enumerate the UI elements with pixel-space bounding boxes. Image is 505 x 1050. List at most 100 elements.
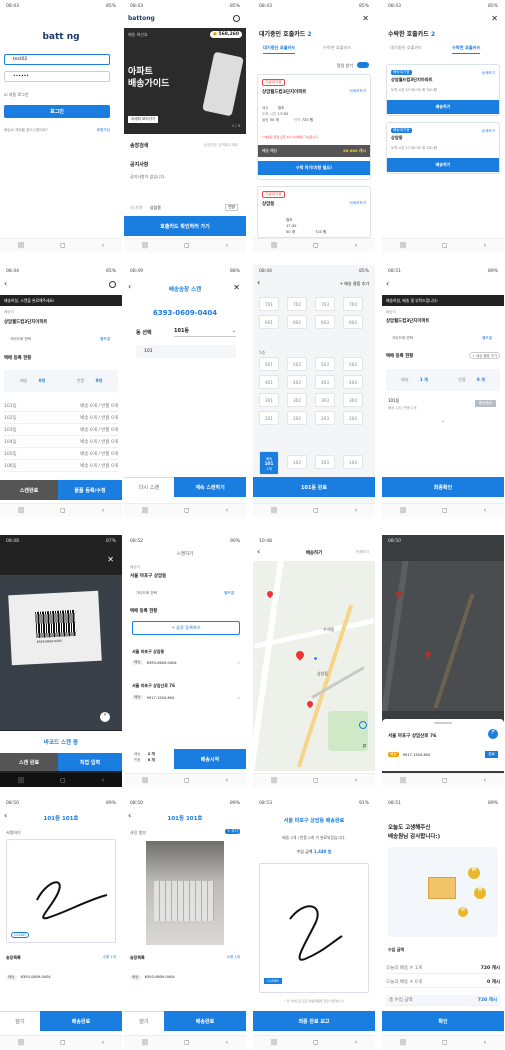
- unit-cell[interactable]: 603: [315, 315, 335, 329]
- unit-cell[interactable]: 503: [315, 357, 335, 371]
- callcard-button[interactable]: 호출카드 확인하러 가기: [124, 216, 246, 236]
- back-icon[interactable]: ‹: [226, 777, 228, 784]
- manual-input-button[interactable]: 직접 입력: [58, 753, 122, 771]
- recent-apps-icon[interactable]: |||: [271, 1039, 277, 1046]
- detail-link[interactable]: 자세히보기: [349, 89, 366, 94]
- my-location-icon[interactable]: [359, 721, 367, 729]
- back-icon[interactable]: ‹: [102, 777, 104, 784]
- home-icon[interactable]: ▢: [313, 507, 319, 514]
- scan-done-button[interactable]: 스캔완료: [0, 480, 58, 500]
- profile-icon[interactable]: [233, 15, 240, 22]
- final-report-button[interactable]: 최종 완료 보고: [253, 1011, 375, 1031]
- back-icon[interactable]: ‹: [226, 507, 228, 514]
- recent-apps-icon[interactable]: |||: [400, 777, 406, 784]
- back-icon[interactable]: ‹: [484, 1039, 486, 1046]
- unit-cell[interactable]: 103: [315, 455, 335, 469]
- call-guide-button[interactable]: 가이드와 연락: [10, 337, 31, 342]
- unit-cell[interactable]: 604: [343, 315, 363, 329]
- signature-pad[interactable]: CLEAR: [259, 863, 369, 993]
- view-all-link[interactable]: 전체보기: [356, 550, 369, 555]
- auto-login-checkbox[interactable]: ☑ 자동 로그인: [4, 92, 29, 98]
- unit-cell[interactable]: 404: [343, 375, 363, 389]
- search-icon[interactable]: ⌕: [363, 741, 367, 751]
- close-icon[interactable]: ✕: [491, 14, 498, 23]
- home-icon[interactable]: ▢: [184, 1039, 190, 1046]
- recent-apps-icon[interactable]: |||: [400, 1039, 406, 1046]
- unit-cell[interactable]: 601: [259, 315, 279, 329]
- close-icon[interactable]: ✕: [233, 283, 240, 292]
- back-icon[interactable]: ‹: [102, 1039, 104, 1046]
- add-item-button[interactable]: + 배송 물품 추가: [340, 281, 369, 287]
- add-photo-button[interactable]: + 추가: [225, 829, 240, 834]
- detail-link[interactable]: 상세보기: [482, 71, 495, 76]
- recent-apps-icon[interactable]: |||: [142, 777, 148, 784]
- unit-cell[interactable]: 501: [259, 357, 279, 371]
- building-row[interactable]: 103동 배송 0개 / 반품 0개: [4, 425, 118, 436]
- recent-apps-icon[interactable]: |||: [142, 507, 148, 514]
- recent-apps-icon[interactable]: |||: [18, 1039, 24, 1046]
- home-icon[interactable]: ▢: [442, 507, 448, 514]
- unit-cell[interactable]: 204: [343, 411, 363, 425]
- detail-link[interactable]: 자세히보기: [349, 201, 366, 206]
- home-icon[interactable]: ▢: [60, 1039, 66, 1046]
- navigate-icon[interactable]: ↱: [488, 729, 498, 739]
- back-icon[interactable]: ‹: [102, 507, 104, 514]
- start-delivery-button[interactable]: 배송시작: [174, 749, 246, 769]
- profile-icon[interactable]: [109, 281, 116, 288]
- delete-icon[interactable]: ✕: [237, 661, 240, 665]
- back-icon[interactable]: ‹: [484, 242, 486, 249]
- register-items-button[interactable]: 물품 등록/수정: [58, 480, 122, 500]
- close-button[interactable]: 닫기: [124, 1011, 164, 1031]
- unit-cell[interactable]: 703: [315, 297, 335, 311]
- delivery-complete-button[interactable]: 배송완료: [40, 1011, 122, 1031]
- unit-cell[interactable]: 403: [315, 375, 335, 389]
- map-pin[interactable]: [423, 649, 433, 659]
- chevron-up-icon[interactable]: ⌃: [382, 420, 504, 427]
- signature-pad[interactable]: CLEAR: [6, 839, 116, 943]
- back-arrow-icon[interactable]: ‹: [4, 279, 7, 288]
- unit-cell[interactable]: 301: [259, 393, 279, 407]
- unit-cell[interactable]: 302: [287, 393, 307, 407]
- accept-button[interactable]: 수락 하기(차량 필요): [258, 161, 370, 175]
- unit-cell[interactable]: 701: [259, 297, 279, 311]
- unit-cell[interactable]: 304: [343, 393, 363, 407]
- final-confirm-button[interactable]: 최종확인: [382, 477, 504, 497]
- building-done-button[interactable]: 101동 완료: [253, 477, 375, 497]
- building-row[interactable]: 105동 배송 0개 / 반품 0개: [4, 449, 118, 460]
- close-button[interactable]: 닫기: [0, 1011, 40, 1031]
- close-icon[interactable]: ✕: [362, 14, 369, 23]
- close-icon[interactable]: ✕: [107, 555, 114, 564]
- back-arrow-icon[interactable]: ‹: [257, 278, 260, 287]
- home-icon[interactable]: ▢: [184, 507, 190, 514]
- waybill-search-input[interactable]: 송장번호 입력해주세요: [204, 143, 238, 148]
- back-icon[interactable]: ‹: [484, 507, 486, 514]
- call-guide-button[interactable]: 가이드와 연락: [136, 591, 157, 596]
- map-pin[interactable]: [294, 649, 306, 661]
- region-change-button[interactable]: 변경: [225, 204, 238, 211]
- confirm-button[interactable]: 확인: [382, 1011, 504, 1031]
- unit-cell[interactable]: 201: [259, 411, 279, 425]
- delivery-complete-button[interactable]: 배송완료: [164, 1011, 246, 1031]
- unit-cell[interactable]: 602: [287, 315, 307, 329]
- password-field[interactable]: ••••••: [4, 71, 110, 82]
- back-icon[interactable]: ‹: [226, 1039, 228, 1046]
- deliver-button[interactable]: 배송하기: [387, 100, 499, 114]
- unit-cell[interactable]: 303: [315, 393, 335, 407]
- register-waybill-button[interactable]: + 송장 등록하기: [132, 621, 240, 635]
- back-icon[interactable]: ‹: [355, 507, 357, 514]
- unit-cell[interactable]: 504: [343, 357, 363, 371]
- complete-button[interactable]: 완료: [485, 751, 498, 758]
- building-row[interactable]: 104동 배송 0개 / 반품 0개: [4, 437, 118, 448]
- flash-icon[interactable]: ⚡: [100, 712, 110, 722]
- unit-cell-selected[interactable]: 배송 101 1개: [259, 451, 279, 475]
- unit-cell[interactable]: 704: [343, 297, 363, 311]
- signup-link[interactable]: 회원가입: [97, 128, 110, 133]
- map-pin[interactable]: [305, 699, 315, 709]
- recent-apps-icon[interactable]: |||: [18, 242, 24, 249]
- recent-apps-icon[interactable]: |||: [18, 507, 24, 514]
- home-icon[interactable]: ▢: [184, 777, 190, 784]
- back-icon[interactable]: ‹: [355, 242, 357, 249]
- detail-link[interactable]: 상세보기: [482, 129, 495, 134]
- map-view[interactable]: 수색동 상암동 ⌕: [253, 561, 375, 771]
- promo-banner[interactable]: 배송 최신호 ● 568,260 아파트 배송가이드 자세히 보러가기 1 / …: [124, 28, 246, 134]
